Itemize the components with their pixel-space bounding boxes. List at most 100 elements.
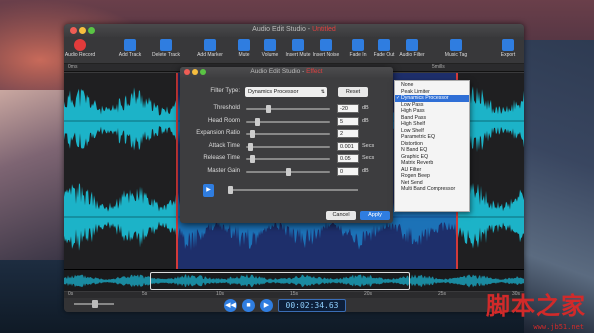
stop-button[interactable]: ■	[242, 299, 255, 312]
toolbar-record-button[interactable]: Audio Record	[64, 39, 100, 58]
toolbar-label: Music Tag	[444, 52, 468, 58]
ruler-tick-label: 10s	[216, 291, 225, 297]
param-label: Release Time	[203, 155, 240, 161]
filter-menu-item-label: Distortion	[401, 140, 423, 147]
filter-type-select[interactable]: Dynamics Processor ⇅	[245, 87, 327, 97]
param-value-field[interactable]: 0.05	[337, 154, 359, 163]
toolbar-label: Add Track	[118, 52, 142, 58]
param-slider[interactable]	[246, 155, 330, 163]
add-track-icon	[124, 39, 136, 51]
toolbar-label: Audio Filter	[399, 52, 425, 58]
dialog-title: Audio Edit Studio - Effect	[250, 68, 323, 75]
effect-dialog: Audio Edit Studio - Effect Filter Type: …	[180, 67, 393, 223]
toolbar-delete-track-button[interactable]: Delete Track	[146, 39, 186, 58]
filter-menu-item-label: Peak Limiter	[401, 88, 430, 95]
dialog-titlebar[interactable]: Audio Edit Studio - Effect	[180, 67, 393, 78]
preview-progress-knob[interactable]	[228, 186, 233, 194]
param-slider-knob[interactable]	[249, 130, 255, 138]
filter-menu-item-label: High Shelf	[401, 121, 425, 127]
filter-menu-item-label: Low Pass	[401, 101, 424, 108]
ruler-tick-label: 15s	[290, 291, 299, 297]
overview-viewport-handle[interactable]	[150, 272, 410, 290]
param-slider[interactable]	[246, 142, 330, 151]
filter-menu-item[interactable]: Multi Band Compressor	[395, 186, 469, 193]
ruler-tick-label: 20s	[364, 291, 373, 297]
toolbar-audio-filter-button[interactable]: Audio Filter	[392, 39, 432, 58]
param-unit: dB	[362, 117, 369, 124]
audio-filter-icon	[406, 39, 418, 51]
wallpaper-mountain-left	[0, 90, 70, 260]
filter-menu-item-label: N Band EQ	[401, 147, 428, 153]
fade-out-icon	[378, 39, 390, 51]
toolbar-music-tag-button[interactable]: Music Tag	[436, 39, 476, 58]
preview-progress-slider[interactable]	[228, 186, 358, 194]
volume-icon	[264, 39, 276, 51]
music-tag-icon	[450, 39, 462, 51]
param-slider-knob[interactable]	[249, 155, 255, 163]
ruler-end-label: 5mills	[432, 64, 445, 70]
zoom-slider-knob[interactable]	[92, 300, 98, 308]
fade-in-icon	[352, 39, 364, 51]
zoom-slider[interactable]	[74, 300, 114, 308]
param-slider[interactable]	[246, 130, 330, 138]
filter-type-dropdown-menu: None Peak Limiter ✓ Dynamics Processor Low P…	[394, 80, 470, 212]
record-icon	[74, 39, 86, 51]
filter-menu-item-label: Low Shelf	[401, 127, 424, 134]
filter-menu-item-label: Matrix Reverb	[401, 160, 434, 166]
filter-type-value: Dynamics Processor	[248, 89, 299, 95]
param-unit: Secs	[362, 142, 375, 149]
param-unit: dB	[362, 105, 369, 111]
reset-button[interactable]: Reset	[338, 87, 368, 97]
param-slider-knob[interactable]	[285, 167, 291, 176]
cancel-button[interactable]: Cancel	[326, 211, 356, 220]
param-slider-knob[interactable]	[255, 117, 261, 126]
mute-icon	[238, 39, 250, 51]
ruler-tick-label: 25s	[438, 291, 447, 297]
param-slider-knob[interactable]	[247, 142, 253, 151]
ruler-tick-label: 0s	[68, 291, 74, 297]
filter-menu-item-label: Graphic EQ	[401, 153, 429, 160]
param-slider[interactable]	[246, 105, 330, 113]
param-label: Master Gain	[207, 167, 240, 174]
ruler-start-label: 0ms	[68, 64, 78, 70]
apply-button[interactable]: Apply	[360, 211, 390, 220]
param-slider[interactable]	[246, 117, 330, 126]
param-value-field[interactable]: 5	[337, 116, 359, 126]
param-value-field[interactable]: 2	[337, 129, 359, 138]
watermark-url: www.jb51.net	[533, 323, 584, 331]
overview-strip[interactable]	[64, 269, 524, 291]
filter-menu-item-label: None	[401, 82, 414, 88]
rewind-button[interactable]: ◀◀	[224, 299, 237, 312]
param-slider[interactable]	[246, 167, 330, 176]
play-button[interactable]: ▶	[260, 299, 273, 312]
param-value-field[interactable]: 0	[337, 166, 359, 176]
watermark-text: 脚本之家	[486, 291, 586, 320]
filter-menu-item-label: Rogen Beep	[401, 173, 430, 179]
app-title: Audio Edit Studio - Untitled	[252, 26, 336, 33]
filter-menu-item-label: Multi Band Compressor	[401, 186, 456, 192]
toolbar-label: Audio Record	[64, 52, 96, 58]
toolbar-export-button[interactable]: Export	[488, 39, 524, 58]
app-titlebar[interactable]: Audio Edit Studio - Untitled	[64, 24, 524, 37]
param-value-field[interactable]: -20	[337, 104, 359, 113]
filter-menu-item-label: AU Filter	[401, 166, 422, 173]
param-slider-knob[interactable]	[265, 105, 271, 113]
ruler-tick-label: 5s	[142, 291, 148, 297]
param-label: Threshold	[213, 105, 240, 111]
insert-noise-icon	[320, 39, 332, 51]
toolbar: Audio Record Add Track Delete Track Add Mar…	[64, 37, 524, 64]
param-label: Attack Time	[208, 142, 240, 149]
param-value-field[interactable]: 0.001	[337, 141, 359, 151]
filter-menu-item-label: Band Pass	[401, 114, 427, 121]
preview-play-button[interactable]: ▶	[203, 184, 214, 197]
toolbar-add-track-button[interactable]: Add Track	[110, 39, 150, 58]
export-icon	[502, 39, 514, 51]
transport-bar: ◀◀ ■ ▶ 00:02:34.63	[64, 298, 524, 312]
marker-icon	[204, 39, 216, 51]
delete-track-icon	[160, 39, 172, 51]
filter-menu-item-label: Parametric EQ	[401, 134, 436, 140]
filter-menu-item-label: Dynamics Processor	[401, 95, 449, 101]
timecode-display: 00:02:34.63	[278, 299, 346, 312]
toolbar-label: Export	[500, 52, 516, 58]
insert-mute-icon	[292, 39, 304, 51]
